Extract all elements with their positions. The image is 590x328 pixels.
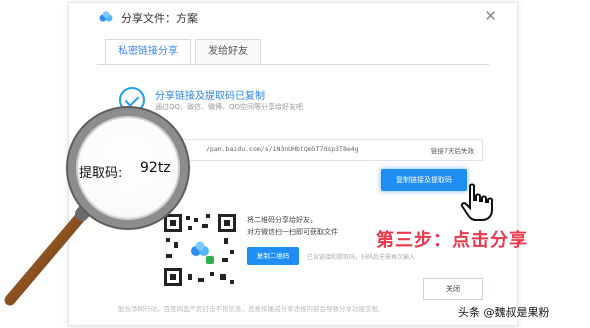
window-title: 分享文件：方案: [121, 12, 198, 25]
copy-link-button[interactable]: 复制链接及提取码: [381, 169, 467, 191]
extract-code-label: 提取码:: [79, 166, 123, 181]
qr-note: 已含链接和提取码，扫码后无需再次输入: [307, 254, 416, 261]
qr-description-line2: 对方微信扫一扫即可获取文件: [247, 228, 338, 236]
tab-send-friend[interactable]: 发给好友: [195, 39, 261, 65]
success-subtitle: 通过QQ、微信、微博、QQ空间等分享给好友吧: [155, 103, 304, 111]
watermark: 头条 @魏叔是果粉: [458, 306, 550, 319]
close-icon[interactable]: ✕: [484, 7, 497, 25]
link-expiry: 链接7天后失效: [430, 147, 474, 155]
title-bar: 分享文件：方案 ✕: [69, 3, 517, 31]
tab-private-link[interactable]: 私密链接分享: [105, 39, 191, 65]
extract-code-value: 92tz: [140, 160, 171, 176]
share-link-field[interactable]: /pan.baidu.com/s/1N3nUHbtQm5T7dsp3T8e4g …: [115, 139, 483, 161]
qr-code-icon: [162, 212, 238, 288]
footer-notice: 配合净网行动，百度网盘严厉打击不良信息，恶意传播或分享违规内容会导致分享功能受限…: [118, 305, 385, 313]
baidu-netdisk-logo-icon: [99, 11, 113, 22]
step-annotation: 第三步：点击分享: [376, 230, 528, 251]
share-dialog: 分享文件：方案 ✕ 私密链接分享 发给好友 分享链接及提取码已复制 通过QQ、微…: [68, 2, 518, 326]
success-title: 分享链接及提取码已复制: [155, 91, 265, 102]
share-tabs: 私密链接分享 发给好友: [105, 39, 265, 65]
checkmark-circle-icon: [119, 87, 145, 113]
close-button[interactable]: 关闭: [423, 278, 483, 300]
hand-cursor-icon: [460, 183, 493, 221]
share-link-url: /pan.baidu.com/s/1N3nUHbtQm5T7dsp3T8e4g: [206, 145, 359, 153]
copy-qr-button[interactable]: 复制二维码: [247, 247, 299, 265]
qr-description-line1: 将二维码分享给好友，: [247, 216, 317, 224]
tab-content: 分享链接及提取码已复制 通过QQ、微信、微博、QQ空间等分享给好友吧 /pan.…: [97, 64, 489, 320]
